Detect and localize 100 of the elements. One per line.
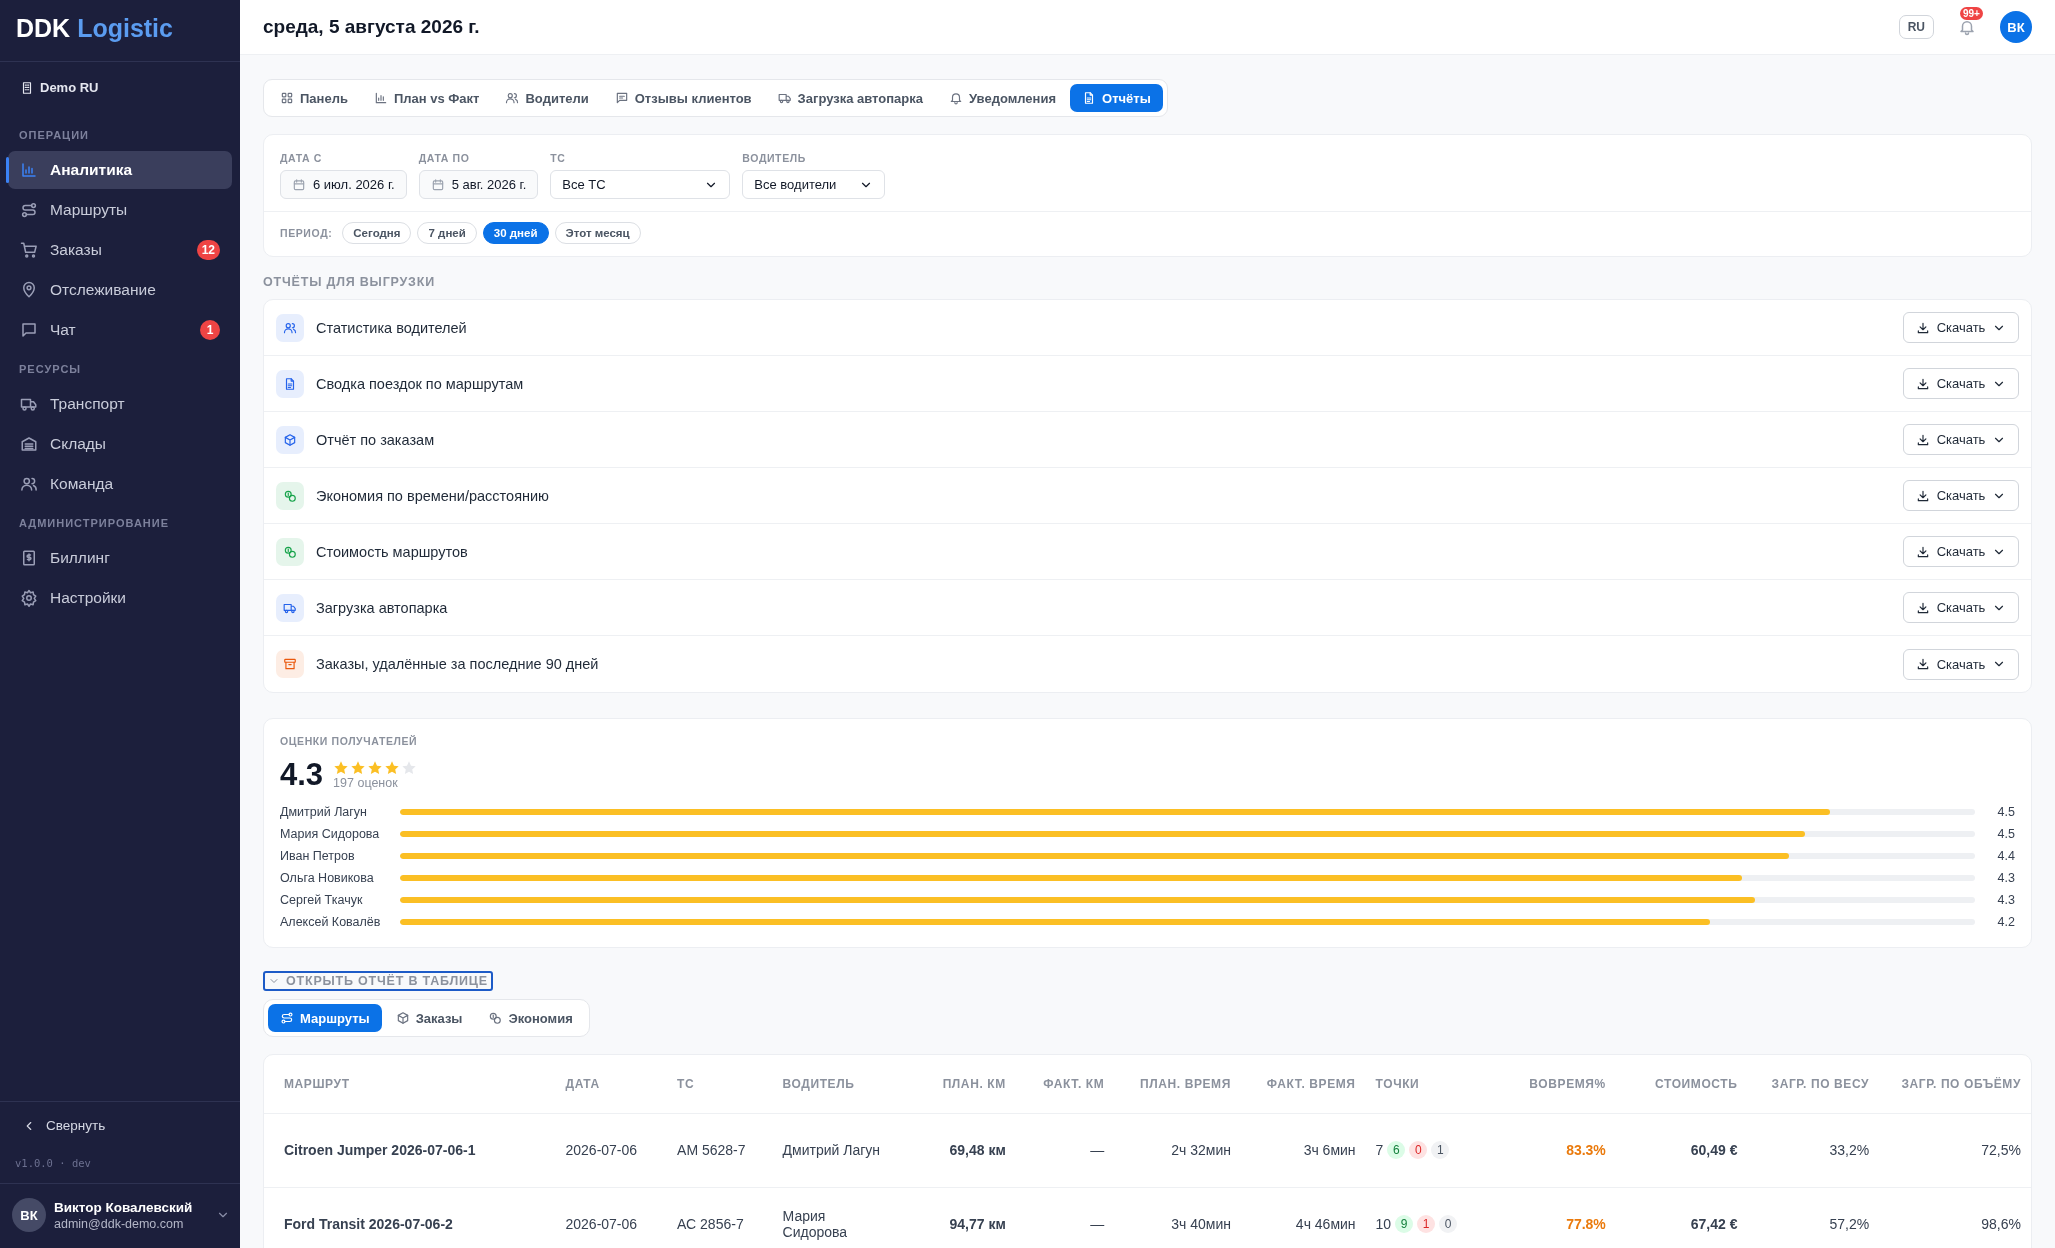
table-cell: 7 xyxy=(1375,1142,1384,1158)
download-icon xyxy=(1915,657,1930,671)
table-cell: Ford Transit 2026-07-06-2 xyxy=(284,1216,453,1232)
bell-icon xyxy=(949,91,963,105)
download-button[interactable]: Скачать xyxy=(1903,536,2019,567)
field-label: ДАТА ПО xyxy=(418,152,471,164)
driver-name: Ольга Новикова xyxy=(280,871,375,885)
star-icon xyxy=(350,760,367,776)
table-cell: 83.3% xyxy=(1566,1142,1606,1158)
star-icon xyxy=(333,760,350,776)
nav-item[interactable]: Настройки xyxy=(8,579,232,617)
table-cell: 67,42 € xyxy=(1690,1216,1738,1232)
tab[interactable]: Заказы xyxy=(383,1004,475,1032)
download-button[interactable]: Скачать xyxy=(1903,368,2019,399)
driver-name: Алексей Ковалёв xyxy=(280,915,382,929)
select-field[interactable]: Все водители xyxy=(742,170,886,199)
star-icon xyxy=(401,760,418,776)
count-badge: 1 xyxy=(1417,1215,1436,1233)
period-chip[interactable]: Этот месяц xyxy=(554,222,641,244)
tab[interactable]: Водители xyxy=(493,84,601,112)
download-button[interactable]: Скачать xyxy=(1903,424,2019,455)
count-badge: 12 xyxy=(196,240,220,260)
coins-icon xyxy=(488,1011,503,1025)
period-chip[interactable]: 7 дней xyxy=(417,222,477,244)
notification-badge: 99+ xyxy=(1960,7,1983,20)
nav-item[interactable]: Заказы 12 xyxy=(8,231,232,269)
field-label: ТС xyxy=(550,152,567,164)
nav-item[interactable]: Маршруты xyxy=(8,191,232,229)
nav-item[interactable]: Отслеживание xyxy=(8,271,232,309)
column-header: ВОДИТЕЛЬ xyxy=(782,1076,855,1091)
count-badge: 6 xyxy=(1387,1141,1406,1159)
column-header: ПЛАН. КМ xyxy=(942,1076,1006,1091)
star-icon xyxy=(367,760,384,776)
tab[interactable]: Отчёты xyxy=(1070,84,1163,112)
report-name: Заказы, удалённые за последние 90 дней xyxy=(316,656,600,672)
user-name: Виктор Ковалевский xyxy=(54,1199,194,1215)
table-cell: 94,77 км xyxy=(949,1216,1006,1232)
tab[interactable]: Маршруты xyxy=(268,1004,382,1032)
tab[interactable]: Уведомления xyxy=(937,84,1068,112)
route-icon xyxy=(20,201,38,219)
section-heading: ОЦЕНКИ ПОЛУЧАТЕЛЕЙ xyxy=(280,735,419,747)
download-button[interactable]: Скачать xyxy=(1903,480,2019,511)
rating-value: 4.5 xyxy=(1996,805,2015,819)
truck-icon xyxy=(777,91,792,105)
nav-item[interactable]: Склады xyxy=(8,425,232,463)
driver-name: Иван Петров xyxy=(280,849,356,863)
download-icon xyxy=(1915,544,1930,559)
nav-item[interactable]: Команда xyxy=(8,465,232,503)
date-field[interactable]: 6 июл. 2026 г. xyxy=(280,170,407,199)
nav-item[interactable]: Чат 1 xyxy=(8,311,232,349)
column-header: ДАТА xyxy=(565,1076,600,1091)
avatar[interactable]: ВК xyxy=(12,1198,46,1232)
table-cell: АМ 5628-7 xyxy=(677,1142,746,1158)
calendar-icon xyxy=(292,177,306,192)
count-badge: 1 xyxy=(1431,1141,1450,1159)
column-header: ВОВРЕМЯ% xyxy=(1529,1076,1606,1091)
table-cell: 2ч 32мин xyxy=(1171,1142,1231,1158)
column-header: ЗАГР. ПО ОБЪЁМУ xyxy=(1901,1076,2021,1091)
driver-name: Сергей Ткачук xyxy=(280,893,364,907)
rating-value: 4.3 xyxy=(1996,893,2015,907)
date-field[interactable]: 5 авг. 2026 г. xyxy=(418,170,539,199)
report-name: Экономия по времени/расстоянию xyxy=(316,487,550,504)
tab[interactable]: Панель xyxy=(268,84,360,112)
table-cell: Мария Сидорова xyxy=(782,1208,848,1240)
rating-value: 4.3 xyxy=(1996,871,2015,885)
tab[interactable]: Отзывы клиентов xyxy=(602,84,764,112)
download-button[interactable]: Скачать xyxy=(1903,592,2019,623)
select-field[interactable]: Все ТС xyxy=(550,170,731,199)
star-icon xyxy=(384,760,401,776)
document-icon xyxy=(1082,91,1096,105)
count-badge: 9 xyxy=(1395,1215,1414,1233)
language-button[interactable]: RU xyxy=(1898,15,1934,39)
download-icon xyxy=(1915,488,1930,503)
table-cell: 33,2% xyxy=(1829,1142,1870,1158)
column-header: ФАКТ. КМ xyxy=(1043,1076,1105,1091)
rating-count: 197 оценок xyxy=(333,776,399,790)
period-chip[interactable]: Сегодня xyxy=(342,222,412,244)
download-icon xyxy=(1915,600,1930,615)
period-chip[interactable]: 30 дней xyxy=(482,222,549,244)
column-header: СТОИМОСТЬ xyxy=(1655,1076,1738,1091)
avatar[interactable]: ВК xyxy=(2000,11,2032,43)
tab[interactable]: Экономия xyxy=(476,1004,585,1032)
count-badge: 0 xyxy=(1409,1141,1428,1159)
warehouse-icon xyxy=(20,435,38,453)
nav-item[interactable]: Биллинг xyxy=(8,539,232,577)
report-name: Отчёт по заказам xyxy=(316,431,436,448)
nav-item[interactable]: Транспорт xyxy=(8,385,232,423)
collapse-button[interactable]: Свернуть xyxy=(0,1102,240,1149)
table-cell: 57,2% xyxy=(1829,1216,1870,1232)
column-header: МАРШРУТ xyxy=(284,1076,350,1091)
tab[interactable]: Загрузка автопарка xyxy=(765,84,935,112)
average-rating: 4.3 xyxy=(280,757,324,793)
nav-item[interactable]: Аналитика xyxy=(8,151,232,189)
download-button[interactable]: Скачать xyxy=(1903,648,2019,680)
download-icon xyxy=(1915,432,1930,447)
rating-value: 4.4 xyxy=(1996,849,2015,863)
table-cell: 69,48 км xyxy=(949,1142,1006,1158)
table-cell: 77.8% xyxy=(1566,1216,1606,1232)
tab[interactable]: План vs Факт xyxy=(361,84,492,112)
download-button[interactable]: Скачать xyxy=(1903,312,2019,343)
